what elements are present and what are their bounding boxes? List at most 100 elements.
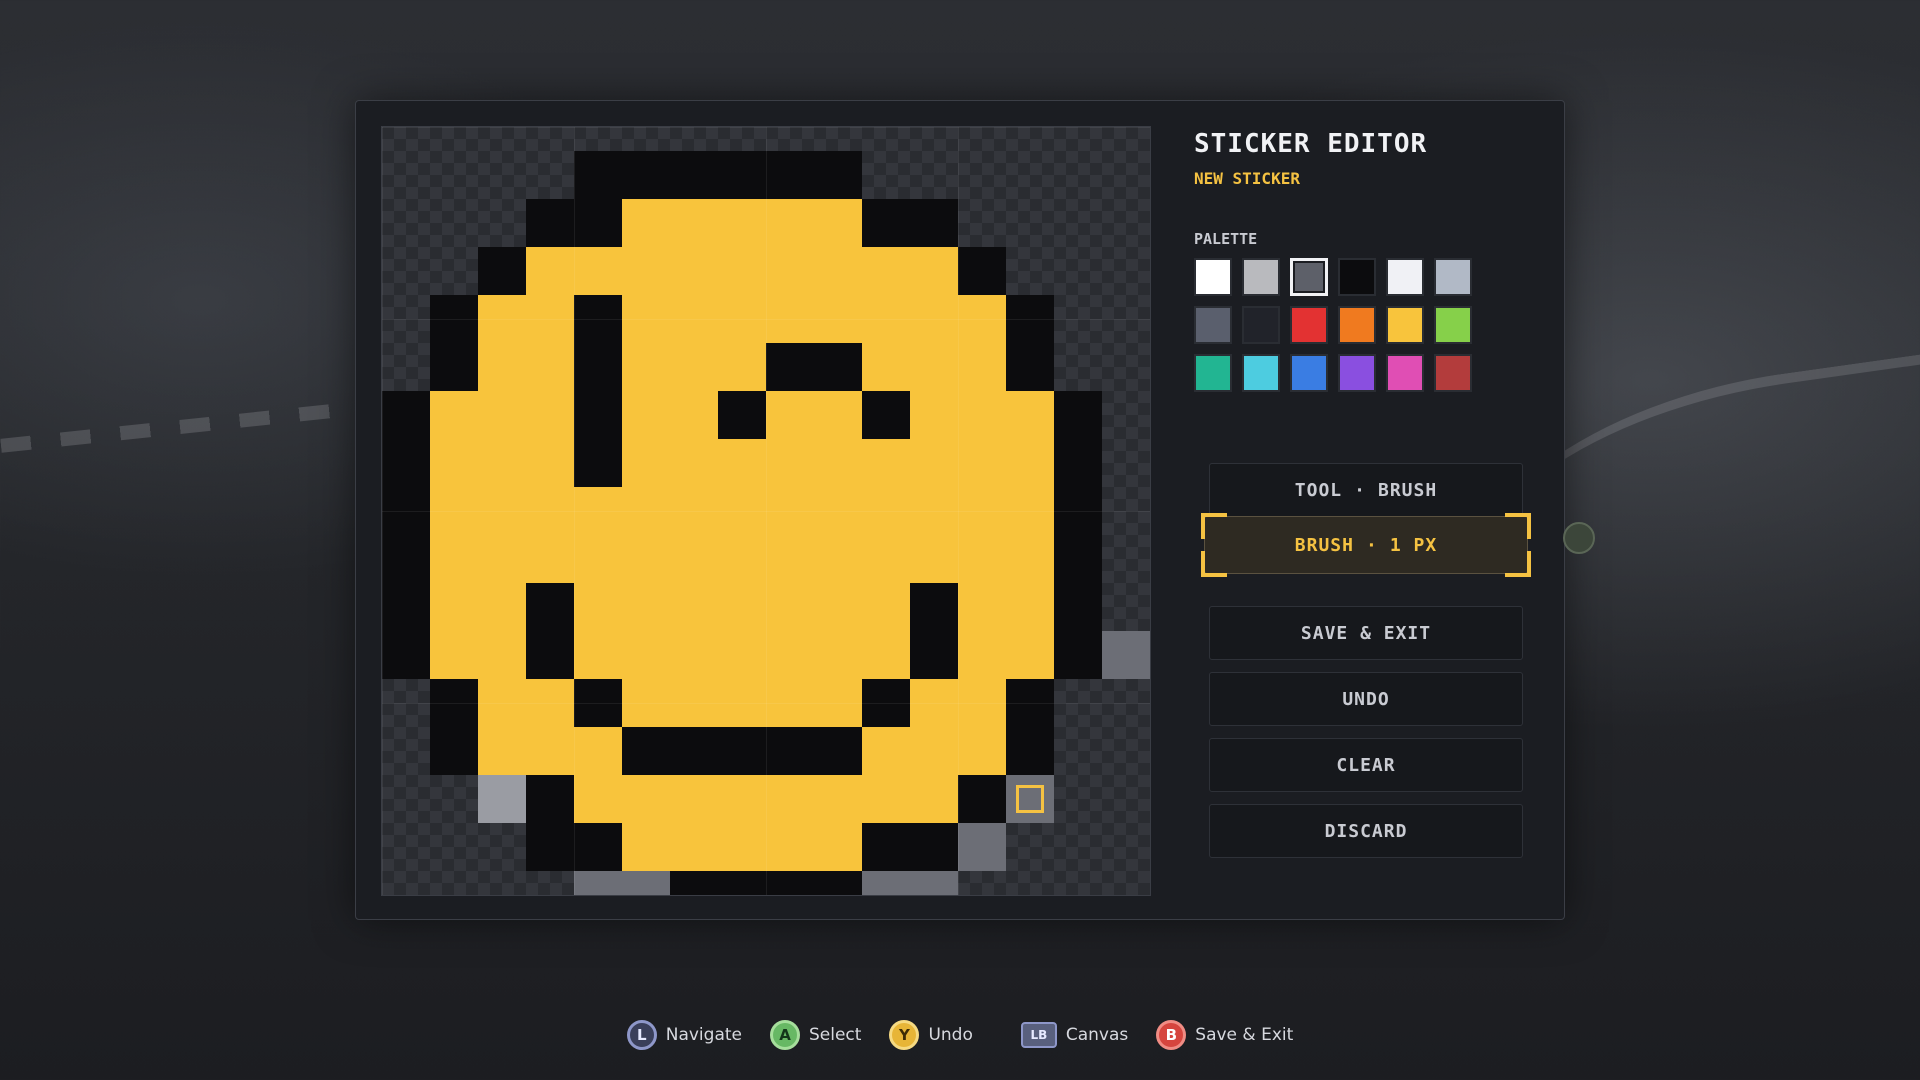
canvas-pixel[interactable] [910, 487, 958, 535]
canvas-pixel[interactable] [478, 487, 526, 535]
canvas-pixel[interactable] [526, 727, 574, 775]
canvas-pixel[interactable] [670, 727, 718, 775]
canvas-pixel[interactable] [1054, 583, 1102, 631]
canvas-pixel[interactable] [718, 151, 766, 199]
canvas-pixel[interactable] [814, 775, 862, 823]
canvas-pixel[interactable] [910, 535, 958, 583]
canvas-pixel[interactable] [814, 871, 862, 895]
canvas-pixel[interactable] [910, 679, 958, 727]
canvas-pixel[interactable] [766, 247, 814, 295]
canvas-pixel[interactable] [526, 247, 574, 295]
palette-swatch[interactable] [1242, 354, 1280, 392]
canvas-pixel[interactable] [622, 487, 670, 535]
canvas-pixel[interactable] [958, 487, 1006, 535]
canvas-pixel[interactable] [718, 727, 766, 775]
canvas-pixel[interactable] [574, 151, 622, 199]
canvas-pixel[interactable] [1054, 391, 1102, 439]
canvas-pixel[interactable] [670, 199, 718, 247]
canvas-pixel[interactable] [478, 439, 526, 487]
canvas-pixel[interactable] [526, 391, 574, 439]
canvas-pixel[interactable] [670, 487, 718, 535]
canvas-pixel[interactable] [910, 727, 958, 775]
canvas-pixel[interactable] [862, 439, 910, 487]
canvas-pixel[interactable] [862, 679, 910, 727]
canvas-pixel[interactable] [574, 871, 622, 895]
canvas-pixel[interactable] [910, 439, 958, 487]
canvas-pixel[interactable] [814, 727, 862, 775]
canvas-pixel[interactable] [814, 583, 862, 631]
canvas-pixel[interactable] [478, 775, 526, 823]
canvas-pixel[interactable] [670, 295, 718, 343]
canvas-pixel[interactable] [526, 535, 574, 583]
canvas-pixel[interactable] [1006, 727, 1054, 775]
canvas-pixel[interactable] [574, 343, 622, 391]
canvas-pixel[interactable] [718, 199, 766, 247]
canvas-pixel[interactable] [478, 535, 526, 583]
canvas-pixel[interactable] [670, 823, 718, 871]
canvas-pixel[interactable] [958, 391, 1006, 439]
canvas-pixel[interactable] [862, 727, 910, 775]
canvas-pixel[interactable] [526, 631, 574, 679]
canvas-pixel[interactable] [718, 583, 766, 631]
canvas-pixel[interactable] [526, 583, 574, 631]
canvas-pixel[interactable] [862, 199, 910, 247]
canvas-pixel[interactable] [766, 823, 814, 871]
canvas-pixel[interactable] [814, 343, 862, 391]
canvas-pixel[interactable] [766, 775, 814, 823]
canvas-pixel[interactable] [766, 343, 814, 391]
canvas-pixel[interactable] [622, 583, 670, 631]
canvas-pixel[interactable] [958, 775, 1006, 823]
canvas-pixel[interactable] [478, 727, 526, 775]
canvas-pixel[interactable] [622, 151, 670, 199]
canvas-pixel[interactable] [766, 727, 814, 775]
canvas-pixel[interactable] [862, 871, 910, 895]
canvas-pixel[interactable] [958, 583, 1006, 631]
canvas-pixel[interactable] [814, 295, 862, 343]
palette-swatch[interactable] [1338, 306, 1376, 344]
canvas-pixel[interactable] [526, 295, 574, 343]
canvas-pixel[interactable] [910, 343, 958, 391]
canvas-pixel[interactable] [670, 775, 718, 823]
canvas-pixel[interactable] [718, 247, 766, 295]
canvas-pixel[interactable] [382, 487, 430, 535]
canvas-pixel[interactable] [670, 871, 718, 895]
canvas-pixel[interactable] [814, 247, 862, 295]
canvas-pixel[interactable] [430, 343, 478, 391]
canvas-pixel[interactable] [526, 775, 574, 823]
palette-swatch[interactable] [1386, 354, 1424, 392]
canvas-pixel[interactable] [766, 439, 814, 487]
tool-selector-button[interactable]: TOOL · BRUSH [1209, 463, 1523, 517]
canvas-pixel[interactable] [718, 535, 766, 583]
palette-swatch[interactable] [1194, 258, 1232, 296]
canvas-pixel[interactable] [622, 535, 670, 583]
canvas-pixel[interactable] [574, 439, 622, 487]
canvas-pixel[interactable] [1054, 439, 1102, 487]
canvas-pixel[interactable] [718, 631, 766, 679]
canvas-pixel[interactable] [1006, 487, 1054, 535]
canvas-pixel[interactable] [814, 535, 862, 583]
brush-size-button[interactable]: BRUSH · 1 PX [1201, 513, 1531, 577]
canvas-pixel[interactable] [814, 631, 862, 679]
canvas-pixel[interactable] [670, 679, 718, 727]
canvas-pixel[interactable] [958, 247, 1006, 295]
canvas-pixel[interactable] [622, 775, 670, 823]
canvas-pixel[interactable] [1006, 295, 1054, 343]
palette-swatch[interactable] [1434, 258, 1472, 296]
canvas-pixel[interactable] [910, 391, 958, 439]
canvas-pixel[interactable] [1054, 535, 1102, 583]
canvas-pixel[interactable] [382, 391, 430, 439]
canvas-pixel[interactable] [430, 631, 478, 679]
canvas-pixel[interactable] [574, 535, 622, 583]
canvas-pixel[interactable] [382, 631, 430, 679]
canvas-pixel[interactable] [670, 439, 718, 487]
canvas-pixel[interactable] [718, 775, 766, 823]
canvas-pixel[interactable] [766, 679, 814, 727]
canvas-pixel[interactable] [622, 295, 670, 343]
palette-swatch[interactable] [1386, 306, 1424, 344]
palette-swatch[interactable] [1194, 306, 1232, 344]
palette-swatch[interactable] [1434, 306, 1472, 344]
palette-swatch[interactable] [1242, 258, 1280, 296]
palette-swatch[interactable] [1386, 258, 1424, 296]
canvas-pixel[interactable] [670, 391, 718, 439]
canvas-pixel[interactable] [430, 295, 478, 343]
